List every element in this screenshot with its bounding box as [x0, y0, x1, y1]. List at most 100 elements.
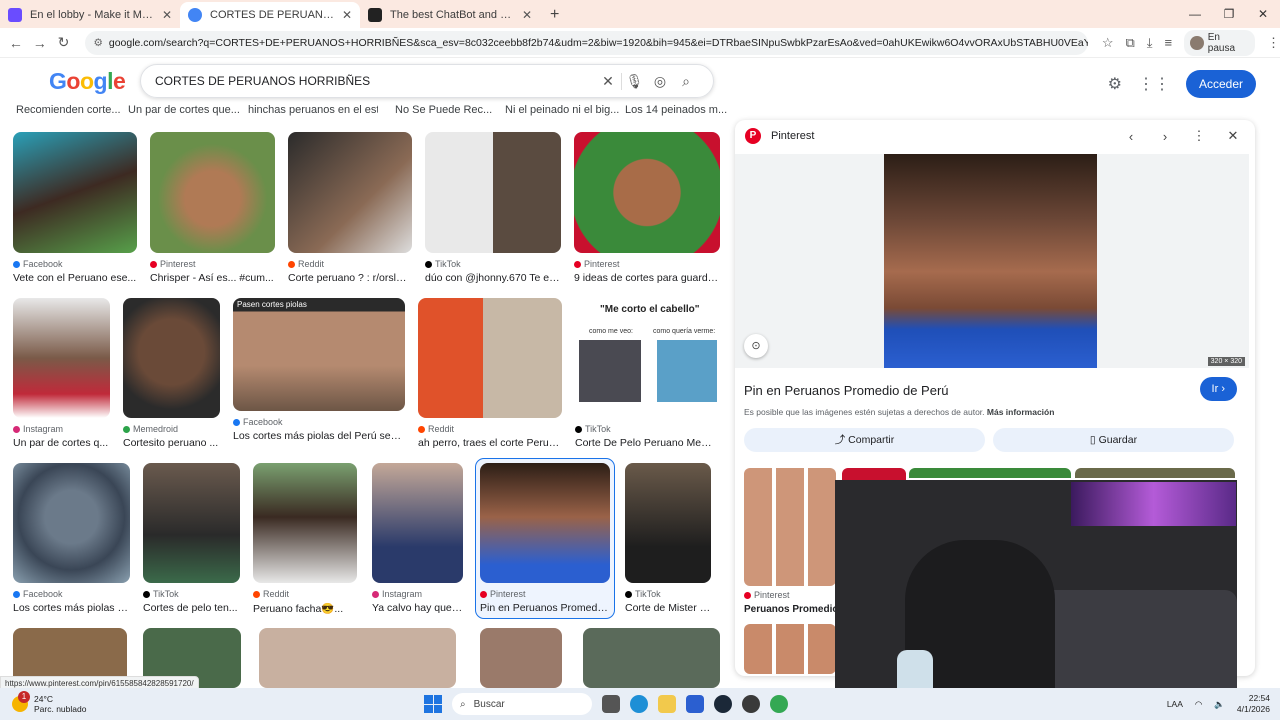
result-card[interactable]: Facebook Vete con el Peruano ese...: [13, 132, 137, 284]
close-window-icon[interactable]: ✕: [1246, 0, 1280, 28]
result-title[interactable]: Los cortes más piolas del Perú segú...: [233, 430, 405, 442]
result-card[interactable]: Facebook Los cortes más piolas d...: [13, 463, 130, 614]
tab-chatbot[interactable]: The best ChatBot and Widgets ✕: [360, 2, 540, 28]
chevron-left-icon[interactable]: ‹: [1119, 129, 1143, 144]
volume-icon[interactable]: 🔈: [1214, 699, 1225, 710]
result-image[interactable]: [372, 463, 463, 583]
related-image[interactable]: [744, 624, 836, 674]
close-tab-icon[interactable]: ✕: [342, 8, 352, 22]
result-card[interactable]: "Me corto el cabello" como me veo: como …: [575, 298, 720, 449]
result-card[interactable]: [259, 628, 456, 688]
result-image[interactable]: [123, 298, 220, 418]
clear-icon[interactable]: ✕: [595, 73, 621, 90]
result-card[interactable]: Instagram Un par de cortes q...: [13, 298, 110, 449]
search-box[interactable]: CORTES DE PERUANOS HORRIBÑES ✕ 🎙 ◎ ⌕: [140, 64, 714, 98]
result-card[interactable]: Memedroid Cortesito peruano ...: [123, 298, 220, 449]
result-image[interactable]: [259, 628, 456, 688]
steam-icon[interactable]: [714, 695, 732, 713]
result-image[interactable]: [583, 628, 720, 688]
language-indicator[interactable]: LAA: [1167, 699, 1183, 709]
result-card[interactable]: Reddit Corte peruano ? : r/orslokx: [288, 132, 412, 284]
tab-google-search[interactable]: CORTES DE PERUANOS HORRIB ✕: [180, 2, 360, 28]
result-title[interactable]: Cortes de pelo ten...: [143, 602, 240, 614]
reload-icon[interactable]: ↻: [52, 34, 76, 51]
result-image[interactable]: [425, 132, 561, 253]
task-view-icon[interactable]: [602, 695, 620, 713]
result-title[interactable]: Peruano facha😎...: [253, 602, 357, 615]
media-icon[interactable]: ≡: [1165, 35, 1173, 50]
result-title[interactable]: Chrisper - Así es... #cum...: [150, 272, 275, 284]
result-image[interactable]: [625, 463, 711, 583]
close-tab-icon[interactable]: ✕: [162, 8, 172, 22]
sign-in-button[interactable]: Acceder: [1185, 70, 1256, 98]
result-image[interactable]: [13, 132, 137, 253]
result-card[interactable]: TikTok Cortes de pelo ten...: [143, 463, 240, 614]
new-tab-button[interactable]: +: [540, 2, 569, 28]
result-image[interactable]: [253, 463, 357, 583]
result-image[interactable]: [418, 298, 562, 418]
mic-icon[interactable]: 🎙: [621, 72, 647, 90]
result-card[interactable]: TikTok Corte de Mister Es...: [625, 463, 711, 614]
result-title[interactable]: Los 14 peinados m...: [625, 104, 730, 116]
result-image[interactable]: [288, 132, 412, 253]
result-card[interactable]: TikTok dúo con @jhonny.670 Te en...: [425, 132, 561, 284]
panel-source[interactable]: Pinterest: [771, 130, 814, 142]
result-card[interactable]: Pinterest 9 ideas de cortes para guarda.…: [574, 132, 720, 284]
menu-kebab-icon[interactable]: ⋮: [1267, 35, 1280, 51]
result-title[interactable]: 9 ideas de cortes para guarda...: [574, 272, 720, 284]
lens-icon[interactable]: ◎: [647, 73, 673, 90]
app-icon[interactable]: [742, 695, 760, 713]
settings-gear-icon[interactable]: ⚙: [1108, 74, 1122, 94]
related-image[interactable]: [744, 468, 836, 586]
result-card[interactable]: Reddit Peruano facha😎...: [253, 463, 357, 615]
search-icon[interactable]: ⌕: [673, 73, 699, 90]
forward-icon[interactable]: →: [28, 35, 52, 51]
result-title[interactable]: Cortesito peruano ...: [123, 437, 220, 449]
lens-search-icon[interactable]: ⊙: [744, 334, 768, 358]
result-title[interactable]: Corte de Mister Es...: [625, 602, 711, 614]
result-card[interactable]: Pinterest Chrisper - Así es... #cum...: [150, 132, 275, 284]
related-title[interactable]: Peruanos Promedio: [744, 604, 838, 615]
close-panel-icon[interactable]: ✕: [1221, 128, 1245, 144]
result-image[interactable]: [13, 298, 110, 418]
related-image[interactable]: [1075, 468, 1235, 478]
result-image[interactable]: [150, 132, 275, 253]
result-image[interactable]: [143, 463, 240, 583]
result-image[interactable]: [480, 628, 562, 688]
result-title[interactable]: Los cortes más piolas d...: [13, 602, 130, 614]
result-title[interactable]: Corte De Pelo Peruano Meme...: [575, 437, 720, 449]
edge-icon[interactable]: [630, 695, 648, 713]
result-title[interactable]: Un par de cortes que...: [128, 104, 248, 116]
result-card[interactable]: Reddit ah perro, traes el corte Perua...: [418, 298, 562, 449]
related-image[interactable]: [909, 468, 1071, 478]
tab-make-it-meme[interactable]: En el lobby - Make it Meme ✕: [0, 2, 180, 28]
result-card-selected[interactable]: Pinterest Pin en Peruanos Promedio...: [475, 458, 615, 619]
preview-image[interactable]: [884, 154, 1097, 368]
result-title[interactable]: Corte peruano ? : r/orslokx: [288, 272, 412, 284]
clock[interactable]: 22:54 4/1/2026: [1237, 693, 1270, 715]
profile-button[interactable]: En pausa: [1184, 29, 1255, 56]
result-title[interactable]: hinchas peruanos en el est...: [248, 104, 378, 116]
result-title[interactable]: dúo con @jhonny.670 Te en...: [425, 272, 561, 284]
maximize-icon[interactable]: ❐: [1212, 0, 1246, 28]
bookmark-star-icon[interactable]: ☆: [1102, 35, 1114, 51]
result-image[interactable]: "Me corto el cabello" como me veo: como …: [575, 298, 720, 418]
result-card[interactable]: [480, 628, 562, 688]
result-image[interactable]: [480, 463, 610, 583]
result-card[interactable]: [583, 628, 720, 688]
extensions-icon[interactable]: ⧉: [1125, 35, 1134, 51]
result-title[interactable]: Vete con el Peruano ese...: [13, 272, 137, 284]
minimize-icon[interactable]: —: [1178, 0, 1212, 28]
site-info-icon[interactable]: ⚙: [93, 37, 102, 49]
visit-button[interactable]: Ir ›: [1199, 377, 1237, 401]
result-card[interactable]: Pasen cortes piolas Facebook Los cortes …: [233, 298, 405, 442]
more-options-icon[interactable]: ⋮: [1187, 128, 1211, 144]
back-icon[interactable]: ←: [4, 35, 28, 51]
result-title[interactable]: Pin en Peruanos Promedio...: [480, 602, 610, 614]
download-icon[interactable]: ⤓: [1147, 35, 1153, 51]
google-logo[interactable]: Google: [49, 68, 126, 95]
url-bar[interactable]: ⚙ google.com/search?q=CORTES+DE+PERUANOS…: [85, 30, 1088, 55]
start-windows-icon[interactable]: [424, 695, 442, 713]
result-title[interactable]: Ni el peinado ni el big...: [505, 104, 625, 116]
result-title[interactable]: Recomienden corte...: [16, 104, 136, 116]
